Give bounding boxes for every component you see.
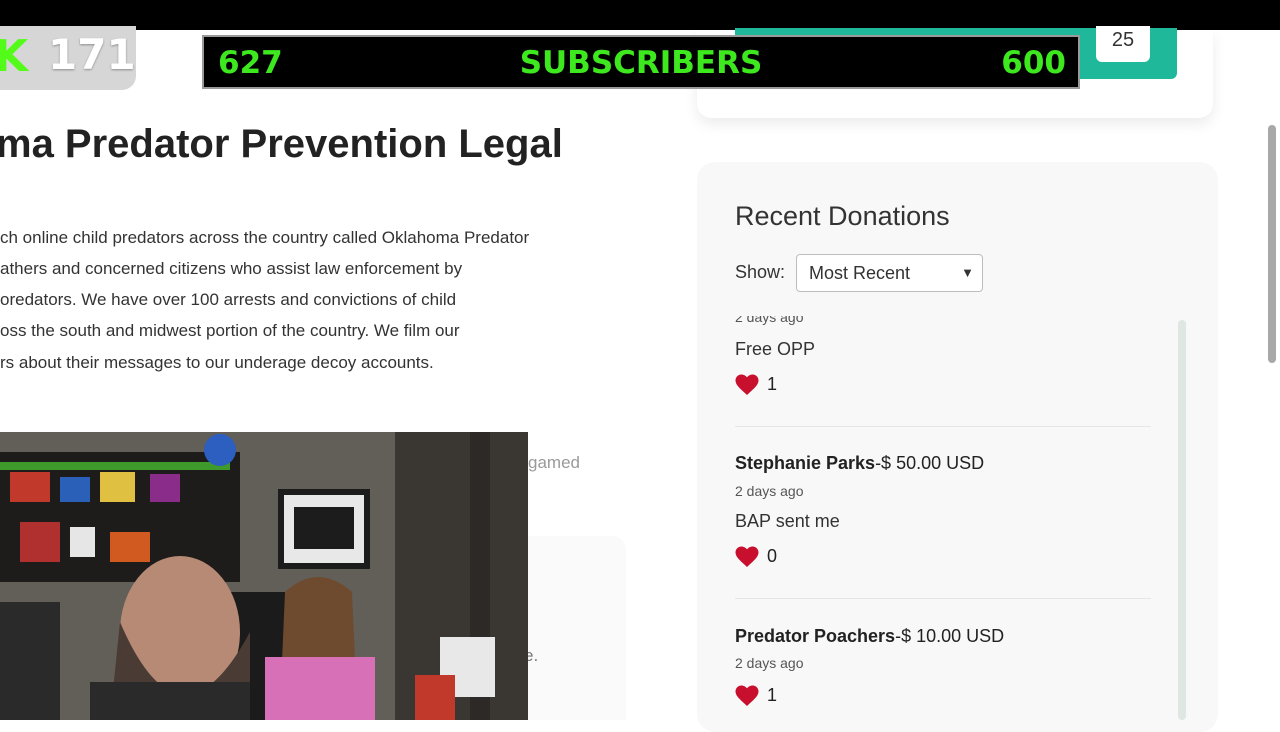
webcam-scene-image (0, 432, 528, 720)
donation-date: 2 days ago (735, 483, 804, 499)
kick-follower-badge: K 171 (0, 26, 136, 90)
donation-divider (735, 426, 1151, 427)
subscriber-goal-overlay: 627 SUBSCRIBERS 600 (202, 35, 1080, 89)
description-line: oredators. We have over 100 arrests and … (0, 290, 457, 309)
like-count: 1 (767, 685, 778, 705)
like-count: 1 (767, 374, 778, 394)
webcam-overlay (0, 432, 528, 720)
like-count: 0 (767, 546, 778, 566)
donor-name: Predator Poachers-$ 10.00 USD (735, 626, 1005, 646)
donation-message: Free OPP (735, 339, 816, 359)
donation-date: 2 days ago (735, 655, 804, 671)
description-line: athers and concerned citizens who assist… (0, 259, 463, 278)
donor-name: Stephanie Parks-$ 50.00 USD (735, 453, 985, 473)
sort-selected-value: Most Recent (809, 263, 911, 283)
content-card (528, 536, 626, 720)
description-line: rs about their messages to our underage … (0, 353, 434, 372)
top-browser-bar (0, 0, 1280, 30)
donation-date-clipped: 2 days ago (735, 316, 804, 325)
recent-donations-title: Recent Donations (735, 201, 950, 231)
subscriber-goal: 600 (1001, 45, 1066, 81)
heart-icon[interactable] (735, 685, 759, 707)
description-line: ch online child predators across the cou… (0, 228, 530, 247)
heart-icon[interactable] (735, 546, 759, 568)
page-title: ma Predator Prevention Legal (0, 122, 563, 166)
donations-scrollbar[interactable] (1178, 320, 1186, 720)
page-scrollbar[interactable] (1268, 125, 1276, 363)
heart-icon[interactable] (735, 374, 759, 396)
donation-divider (735, 598, 1151, 599)
show-label: Show: (735, 262, 786, 282)
faded-text: gamed (528, 453, 580, 472)
description-line: oss the south and midwest portion of the… (0, 321, 460, 340)
donation-message: BAP sent me (735, 511, 840, 531)
donation-count-badge: 25 (1096, 26, 1150, 62)
subscriber-label: SUBSCRIBERS (519, 45, 763, 81)
kick-follower-count: 171 (48, 30, 136, 79)
kick-logo-icon: K (0, 31, 29, 82)
sort-select[interactable]: Most Recent ▼ (796, 254, 983, 292)
chevron-down-icon: ▼ (961, 265, 974, 280)
